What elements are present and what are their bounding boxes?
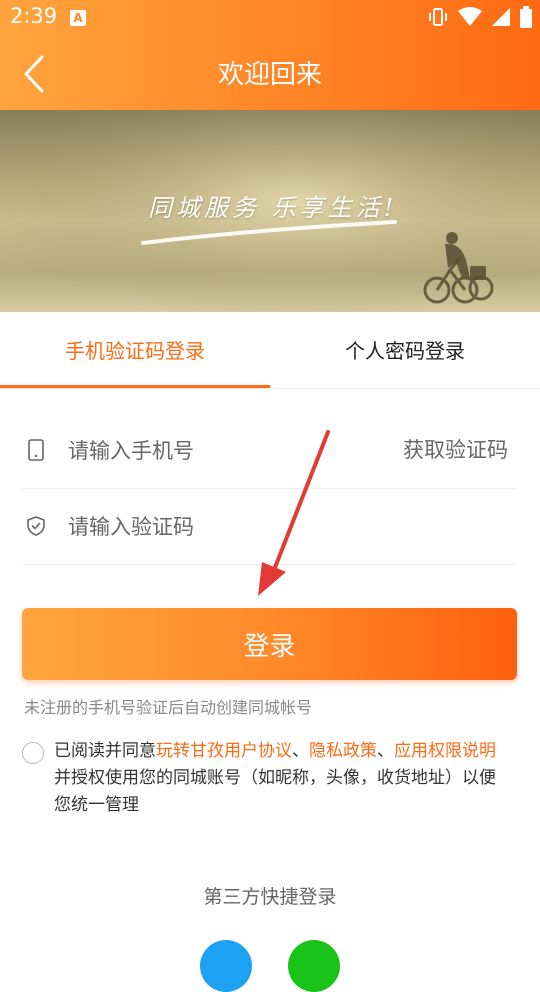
status-time: 2:39 (10, 4, 58, 28)
code-field (22, 488, 516, 565)
agreement-section: 已阅读并同意玩转甘孜用户协议、隐私政策、应用权限说明并授权使用您的同城账号（如昵… (22, 738, 497, 819)
agreement-prefix: 已阅读并同意 (54, 741, 156, 761)
notification-badge-icon: A (70, 10, 86, 26)
agree-checkbox[interactable] (22, 742, 44, 764)
third-party-login-title: 第三方快捷登录 (203, 886, 337, 908)
agreement-text: 已阅读并同意玩转甘孜用户协议、隐私政策、应用权限说明并授权使用您的同城账号（如昵… (54, 738, 497, 819)
wechat-login-button[interactable] (288, 940, 340, 992)
register-hint: 未注册的手机号验证后自动创建同城帐号 (24, 698, 313, 717)
phone-icon (28, 439, 44, 461)
navigation-bar: 欢迎回来 (0, 36, 540, 110)
tab-sms-login[interactable]: 手机验证码登录 (0, 312, 270, 388)
battery-icon (520, 6, 532, 28)
vibrate-icon (429, 8, 447, 26)
banner-slogan: 同城服务 乐享生活! (148, 194, 398, 222)
signal-icon (492, 8, 510, 26)
login-button[interactable]: 登录 (22, 608, 517, 680)
user-agreement-link[interactable]: 玩转甘孜用户协议 (156, 741, 292, 761)
agreement-separator: 、 (292, 741, 309, 761)
permission-note-link[interactable]: 应用权限说明 (394, 741, 496, 761)
page-title: 欢迎回来 (217, 60, 322, 90)
privacy-policy-link[interactable]: 隐私政策 (309, 741, 377, 761)
code-input[interactable] (66, 506, 370, 548)
shield-icon (27, 516, 45, 536)
qq-login-button[interactable] (200, 940, 252, 992)
header-bar: 2:39 A 欢迎回来 (0, 0, 540, 110)
promo-banner: 同城服务 乐享生活! (0, 110, 540, 312)
phone-input[interactable] (66, 430, 370, 472)
login-tabs: 手机验证码登录 个人密码登录 (0, 312, 540, 389)
phone-field: 获取验证码 (22, 412, 516, 489)
agreement-separator: 、 (377, 741, 394, 761)
agreement-suffix: 并授权使用您的同城账号（如昵称，头像，收货地址）以便您统一管理 (54, 768, 496, 815)
status-icons (427, 6, 532, 28)
get-code-button[interactable]: 获取验证码 (403, 434, 508, 464)
status-bar: 2:39 A (0, 0, 540, 36)
tab-password-login[interactable]: 个人密码登录 (270, 312, 540, 388)
wifi-icon (458, 7, 482, 26)
